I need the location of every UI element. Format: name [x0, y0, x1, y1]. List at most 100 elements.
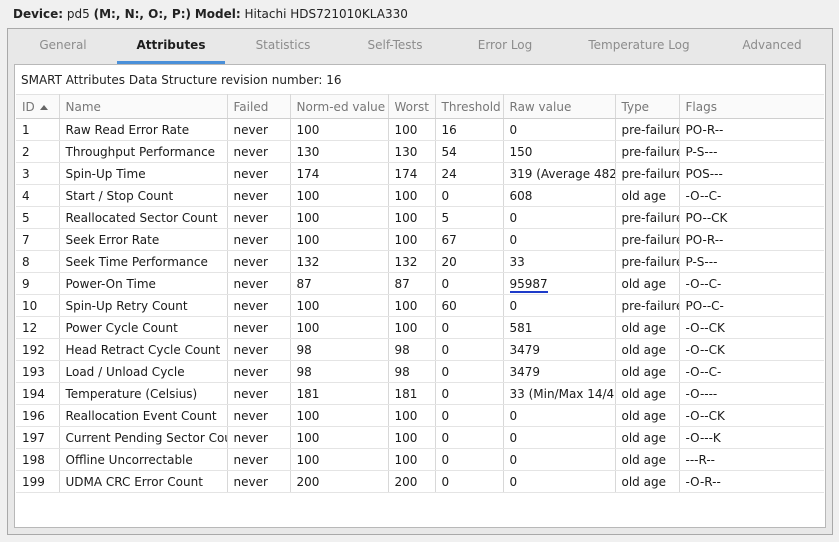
- table-row[interactable]: 196 Reallocation Event Count never 100 100 0 0…: [16, 404, 824, 427]
- cell-name: Spin-Up Retry Count: [59, 294, 228, 317]
- cell-name: Load / Unload Cycle: [59, 360, 228, 383]
- cell-name: Throughput Performance: [59, 140, 228, 163]
- cell-id: 194: [16, 382, 60, 405]
- tab-general[interactable]: General: [17, 29, 109, 62]
- table-row[interactable]: 10 Spin-Up Retry Count never 100 100 60 0 pre-f…: [16, 294, 824, 317]
- cell-raw-value: 0: [503, 294, 616, 317]
- cell-normed-value: 100: [290, 316, 389, 339]
- cell-threshold: 0: [435, 184, 504, 207]
- cell-type: pre-failure: [615, 228, 680, 251]
- cell-worst: 100: [388, 184, 436, 207]
- cell-failed: never: [227, 360, 291, 383]
- cell-type: old age: [615, 382, 680, 405]
- table-row[interactable]: 12 Power Cycle Count never 100 100 0 581 old ag…: [16, 316, 824, 339]
- cell-failed: never: [227, 228, 291, 251]
- col-header-name[interactable]: Name: [59, 94, 228, 119]
- tab-statistics[interactable]: Statistics: [235, 29, 331, 62]
- cell-failed: never: [227, 184, 291, 207]
- cell-type: pre-failure: [615, 206, 680, 229]
- cell-worst: 130: [388, 140, 436, 163]
- col-header-worst[interactable]: Worst: [388, 94, 436, 119]
- cell-worst: 100: [388, 426, 436, 449]
- col-header-id[interactable]: ID: [16, 94, 60, 119]
- cell-raw-value: 0: [503, 448, 616, 471]
- tab-bar: General Attributes Statistics Self-Tests…: [8, 29, 832, 64]
- cell-threshold: 16: [435, 118, 504, 141]
- cell-normed-value: 100: [290, 448, 389, 471]
- cell-flags: -O-R--: [679, 470, 824, 493]
- cell-raw-value: 0: [503, 426, 616, 449]
- cell-normed-value: 181: [290, 382, 389, 405]
- table-row[interactable]: 194 Temperature (Celsius) never 181 181 0 33 (…: [16, 382, 824, 405]
- cell-failed: never: [227, 448, 291, 471]
- cell-id: 193: [16, 360, 60, 383]
- cell-raw-value: 608: [503, 184, 616, 207]
- cell-flags: -O----: [679, 382, 824, 405]
- table-row[interactable]: 3 Spin-Up Time never 174 174 24 319 (Average 4…: [16, 162, 824, 185]
- col-header-flags[interactable]: Flags: [679, 94, 824, 119]
- cell-name: Seek Error Rate: [59, 228, 228, 251]
- cell-name: Reallocated Sector Count: [59, 206, 228, 229]
- model-label: Model:: [194, 7, 241, 21]
- cell-failed: never: [227, 426, 291, 449]
- table-row[interactable]: 4 Start / Stop Count never 100 100 0 608 old ag…: [16, 184, 824, 207]
- table-row[interactable]: 1 Raw Read Error Rate never 100 100 16 0 pre-fa…: [16, 118, 824, 141]
- cell-threshold: 0: [435, 470, 504, 493]
- cell-worst: 200: [388, 470, 436, 493]
- cell-id: 8: [16, 250, 60, 273]
- cell-threshold: 0: [435, 316, 504, 339]
- attributes-table: ID Name Failed Norm-ed value Worst Thres…: [16, 94, 824, 493]
- cell-id: 3: [16, 162, 60, 185]
- cell-id: 2: [16, 140, 60, 163]
- tab-temperature-log[interactable]: Temperature Log: [572, 29, 706, 62]
- table-row[interactable]: 192 Head Retract Cycle Count never 98 98 0 347…: [16, 338, 824, 361]
- cell-id: 12: [16, 316, 60, 339]
- col-header-failed[interactable]: Failed: [227, 94, 291, 119]
- table-row[interactable]: 5 Reallocated Sector Count never 100 100 5 0 pr…: [16, 206, 824, 229]
- cell-raw-value: 0: [503, 118, 616, 141]
- cell-normed-value: 132: [290, 250, 389, 273]
- cell-type: old age: [615, 184, 680, 207]
- col-header-threshold[interactable]: Threshold: [435, 94, 504, 119]
- cell-name: UDMA CRC Error Count: [59, 470, 228, 493]
- cell-id: 9: [16, 272, 60, 295]
- tab-attributes[interactable]: Attributes: [117, 29, 225, 64]
- cell-flags: PO-R--: [679, 118, 824, 141]
- col-header-normed-value[interactable]: Norm-ed value: [290, 94, 389, 119]
- cell-id: 196: [16, 404, 60, 427]
- cell-type: pre-failure: [615, 162, 680, 185]
- cell-type: pre-failure: [615, 294, 680, 317]
- device-info-bar: Device: pd5 (M:, N:, O:, P:) Model: Hita…: [0, 0, 839, 28]
- table-row[interactable]: 8 Seek Time Performance never 132 132 20 33 pre…: [16, 250, 824, 273]
- cell-threshold: 54: [435, 140, 504, 163]
- table-row[interactable]: 2 Throughput Performance never 130 130 54 150 p…: [16, 140, 824, 163]
- cell-failed: never: [227, 404, 291, 427]
- table-row[interactable]: 199 UDMA CRC Error Count never 200 200 0 0 old …: [16, 470, 824, 493]
- cell-raw-value: 33 (Min/Max 14/49): [503, 382, 616, 405]
- table-row[interactable]: 9 Power-On Time never 87 87 0 95987 old age -O--…: [16, 272, 824, 295]
- tab-advanced[interactable]: Advanced: [726, 29, 818, 62]
- cell-raw-value: 95987: [503, 272, 616, 295]
- col-header-raw-value[interactable]: Raw value: [503, 94, 616, 119]
- cell-type: old age: [615, 404, 680, 427]
- tab-error-log[interactable]: Error Log: [459, 29, 551, 62]
- cell-type: pre-failure: [615, 118, 680, 141]
- cell-id: 192: [16, 338, 60, 361]
- cell-type: old age: [615, 360, 680, 383]
- cell-flags: POS---: [679, 162, 824, 185]
- table-row[interactable]: 7 Seek Error Rate never 100 100 67 0 pre-failur…: [16, 228, 824, 251]
- cell-worst: 98: [388, 338, 436, 361]
- table-row[interactable]: 197 Current Pending Sector Count never 100 1…: [16, 426, 824, 449]
- table-row[interactable]: 193 Load / Unload Cycle never 98 98 0 3479 old …: [16, 360, 824, 383]
- cell-type: old age: [615, 470, 680, 493]
- cell-raw-value: 581: [503, 316, 616, 339]
- table-row[interactable]: 198 Offline Uncorrectable never 100 100 0 0 old…: [16, 448, 824, 471]
- cell-threshold: 67: [435, 228, 504, 251]
- cell-flags: -O--C-: [679, 184, 824, 207]
- cell-id: 5: [16, 206, 60, 229]
- cell-name: Temperature (Celsius): [59, 382, 228, 405]
- tab-self-tests[interactable]: Self-Tests: [345, 29, 445, 62]
- col-header-type[interactable]: Type: [615, 94, 680, 119]
- cell-threshold: 0: [435, 272, 504, 295]
- cell-worst: 100: [388, 404, 436, 427]
